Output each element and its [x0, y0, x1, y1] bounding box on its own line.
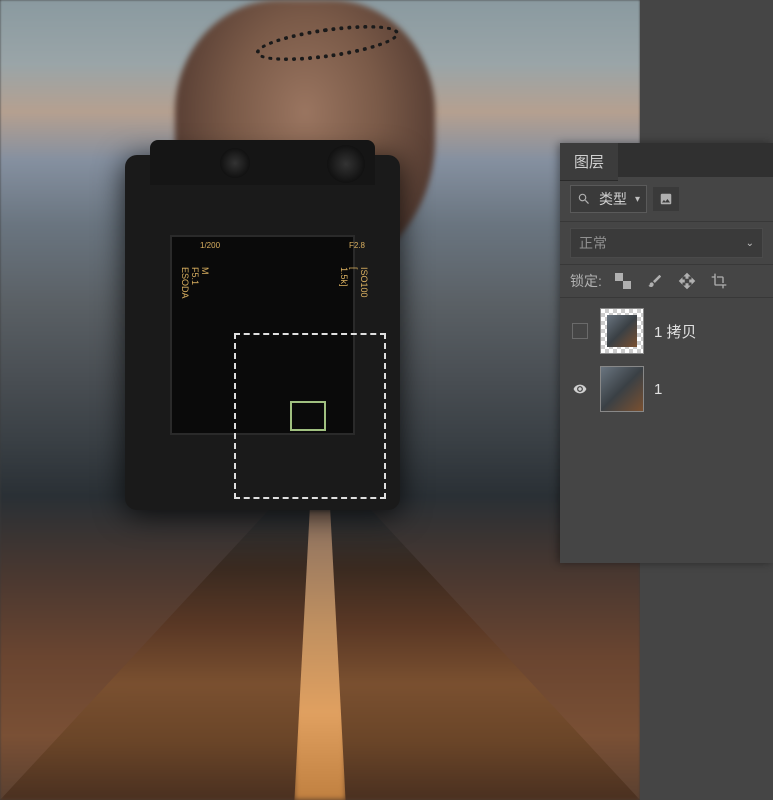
search-icon — [577, 192, 591, 206]
layer-row-1[interactable]: 1 — [560, 360, 773, 418]
camera-dial-right — [327, 145, 365, 183]
camera-body: M F5.1 ESODA ISO100 [ 1.5k] 1/200 F2.8 — [125, 155, 400, 510]
filter-type-label: 类型 — [599, 189, 627, 209]
visibility-off-icon — [572, 323, 588, 339]
lock-brush-button[interactable] — [644, 271, 666, 291]
lock-row: 锁定: — [560, 265, 773, 298]
filter-pixel-button[interactable] — [653, 187, 679, 211]
layer-list: 1 拷贝 1 — [560, 298, 773, 422]
lock-position-button[interactable] — [676, 271, 698, 291]
lock-label: 锁定: — [570, 271, 602, 291]
crop-icon — [711, 273, 727, 289]
checkerboard-icon — [615, 273, 631, 289]
chevron-down-icon: ⌄ — [746, 238, 754, 249]
hud-bottom: 1/200 F2.8 — [200, 241, 365, 255]
visibility-toggle-0[interactable] — [570, 321, 590, 341]
camera-top — [150, 140, 375, 185]
filter-type-dropdown[interactable]: 类型 ▾ — [570, 185, 647, 213]
chevron-down-icon: ▾ — [635, 194, 640, 205]
layer-thumbnail-0[interactable] — [600, 308, 644, 354]
blend-mode-dropdown[interactable]: 正常 ⌄ — [570, 228, 763, 258]
layer-name-1[interactable]: 1 — [654, 381, 662, 398]
lock-transparent-button[interactable] — [612, 271, 634, 291]
brush-icon — [647, 273, 663, 289]
eye-icon — [571, 382, 589, 396]
camera-dial-left — [220, 148, 250, 178]
blend-mode-row: 正常 ⌄ — [560, 222, 773, 265]
panel-tab-strip: 图层 — [560, 143, 773, 177]
hud-shutter: 1/200 — [200, 241, 220, 255]
layer-thumbnail-1[interactable] — [600, 366, 644, 412]
layer-filter-row: 类型 ▾ — [560, 177, 773, 222]
layers-panel[interactable]: 图层 类型 ▾ 正常 ⌄ 锁定: — [560, 143, 773, 563]
canvas-image: M F5.1 ESODA ISO100 [ 1.5k] 1/200 F2.8 — [0, 0, 640, 800]
visibility-toggle-1[interactable] — [570, 379, 590, 399]
layer-name-0[interactable]: 1 拷贝 — [654, 321, 697, 342]
canvas-area[interactable]: M F5.1 ESODA ISO100 [ 1.5k] 1/200 F2.8 — [0, 0, 640, 800]
move-icon — [678, 272, 696, 290]
image-icon — [658, 192, 674, 206]
lock-artboard-button[interactable] — [708, 271, 730, 291]
hud-aperture: F2.8 — [349, 241, 365, 255]
blend-mode-label: 正常 — [579, 233, 607, 253]
layer-row-0[interactable]: 1 拷贝 — [560, 302, 773, 360]
layers-tab[interactable]: 图层 — [560, 143, 618, 181]
focus-box — [290, 401, 326, 431]
camera-lcd: M F5.1 ESODA ISO100 [ 1.5k] 1/200 F2.8 — [170, 235, 355, 435]
